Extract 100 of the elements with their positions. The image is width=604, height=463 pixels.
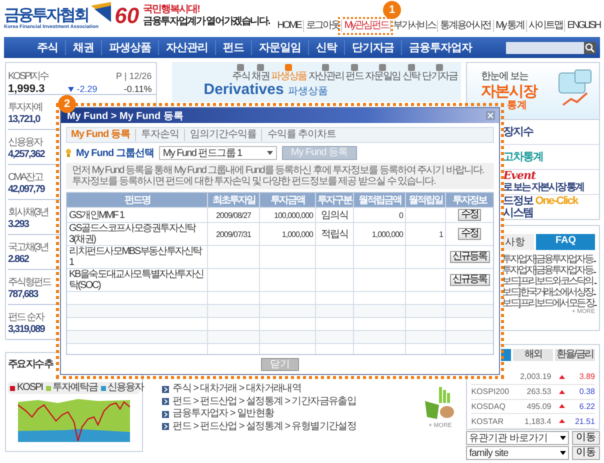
- nav-item[interactable]: 주식: [30, 40, 65, 55]
- column-header: 최초투자일: [207, 193, 259, 207]
- stat-label: 회사채(3년: [8, 206, 48, 218]
- square-icon: [285, 64, 292, 71]
- square-icon: [408, 64, 415, 71]
- table-cell: 1: [439, 230, 443, 238]
- stat-label: CMA잔고: [8, 170, 43, 184]
- nav-item[interactable]: 단기자금: [344, 40, 401, 55]
- edit-button[interactable]: 신규등록: [450, 274, 490, 286]
- close-icon[interactable]: [486, 111, 495, 120]
- stat-value: 4,257,362: [8, 148, 44, 160]
- square-icon: [256, 64, 264, 71]
- category-link[interactable]: 신탁: [402, 64, 420, 82]
- market-tab[interactable]: 환율/금리: [555, 349, 595, 361]
- quick-link[interactable]: 금융투자업자 > 일반현황: [162, 408, 356, 420]
- dialog-tab[interactable]: 수익률 추이차트: [261, 129, 342, 141]
- top-link[interactable]: 부가서비스: [390, 20, 438, 32]
- market-tab[interactable]: 해외: [513, 349, 554, 361]
- index-value: 495.09: [526, 402, 552, 411]
- column-header: 펀드명: [123, 194, 152, 207]
- stat-rate: -0.11%: [124, 84, 152, 94]
- banner-title: 자본시장: [481, 83, 538, 100]
- top-link[interactable]: 로그아웃: [302, 20, 342, 32]
- search-icon[interactable]: [584, 42, 596, 54]
- column-header: 투자금액: [259, 193, 315, 207]
- edit-button[interactable]: 수정: [458, 209, 481, 221]
- nav-item[interactable]: 금융투자업자: [401, 40, 479, 55]
- site-select[interactable]: 유관기관 바로가기: [466, 431, 569, 445]
- square-icon: [436, 64, 444, 71]
- site-select[interactable]: family site: [466, 446, 569, 460]
- top-link[interactable]: ENGLISH: [564, 20, 602, 32]
- index-name: KOSPI200: [471, 387, 510, 396]
- top-link[interactable]: 통계용어사전: [437, 20, 493, 32]
- stat-label: 국고채(3년: [8, 240, 48, 254]
- nav-item[interactable]: 채권: [65, 40, 101, 55]
- top-link[interactable]: HOME: [275, 20, 303, 32]
- category-link[interactable]: 주식: [232, 64, 250, 82]
- index-change: 21.51: [574, 416, 595, 426]
- logo-text: 금융투자협회: [4, 6, 88, 24]
- chevron-icon: [162, 410, 169, 418]
- nav-item[interactable]: 자산관리: [158, 40, 215, 55]
- notice-link[interactable]: 보드] 프리보드와 코스닥의 ...: [502, 276, 596, 287]
- quick-link[interactable]: 주식 > 대차거래 > 대차거래내역: [162, 383, 356, 396]
- legend-label: 투자예탁금: [52, 382, 98, 394]
- go-button[interactable]: 이동: [572, 431, 600, 445]
- index-change: 3.89: [579, 372, 595, 382]
- index-change: 6.22: [579, 402, 595, 411]
- column-header: 투자정보: [445, 193, 493, 207]
- top-link[interactable]: My 통계: [492, 20, 526, 32]
- chevron-icon: [162, 398, 169, 406]
- top-link[interactable]: 사이트맵: [526, 20, 564, 32]
- dialog-tab[interactable]: 투자손익: [134, 129, 184, 141]
- nav-item[interactable]: 신탁: [308, 40, 344, 55]
- category-link[interactable]: 펀드: [346, 64, 364, 82]
- column-header: 투자구분: [315, 193, 353, 207]
- notice-link[interactable]: 보드] 한국거래소에서 상장...: [502, 287, 595, 298]
- dialog-tab[interactable]: 임의기간수익률: [184, 129, 262, 141]
- callout-badge: 2: [58, 95, 76, 113]
- notice-link[interactable]: 투자업자] 금융투자업자 등...: [502, 265, 595, 276]
- top-link[interactable]: My관심펀드: [341, 20, 390, 32]
- notice-link[interactable]: 투자업자] 금융투자업자 등...: [502, 254, 595, 265]
- table-cell: 100,000,000: [274, 210, 313, 220]
- table-cell: 1,000,000: [372, 230, 403, 238]
- quick-link[interactable]: 펀드 > 펀드산업 > 설정통계 > 유형별기간설정: [162, 420, 356, 433]
- stat-change: -2.29: [76, 84, 98, 94]
- table-cell: 0: [399, 210, 403, 220]
- nav-item[interactable]: 파생상품: [101, 40, 158, 55]
- stat-label: 신용융자: [8, 136, 42, 148]
- anniversary-number: 60: [114, 4, 140, 28]
- stat-label: 주식형펀드: [8, 276, 50, 288]
- table-cell: GS개인MMF 1: [69, 210, 124, 220]
- quick-link[interactable]: 펀드 > 펀드산업 > 설정통계 > 기간자금유출입: [162, 396, 356, 408]
- table-cell-text: 적립식: [321, 228, 348, 241]
- edit-button[interactable]: 신규등록: [450, 251, 490, 263]
- slogan-title: 국민행복시대!: [143, 4, 200, 16]
- go-button[interactable]: 이동: [572, 446, 600, 460]
- nav-item[interactable]: 자문일임: [251, 40, 308, 55]
- info-text: 먼저 My Fund 등록을 통해 My Fund 그룹내에 Fund를 등록하신 후에 투자정보를 등록하여 주시기 바랍니다.: [72, 165, 485, 176]
- caret-icon: [560, 436, 566, 440]
- category-link[interactable]: 채권: [252, 64, 270, 82]
- notice-link[interactable]: 보드] 프리보드에서 모든 장...: [502, 298, 596, 309]
- category-link[interactable]: 자산관리: [308, 64, 344, 82]
- group-select[interactable]: My Fund 펀드그룹 1: [158, 146, 277, 160]
- table-cell-text: 임의식: [321, 209, 348, 222]
- nav-item[interactable]: 펀드: [215, 40, 251, 55]
- search-field[interactable]: [506, 42, 596, 54]
- slogan-text: 금융투자업계가 열어가겠습니다.: [143, 16, 270, 28]
- category-link[interactable]: 단기자금: [422, 64, 458, 82]
- stats-banner[interactable]: 한눈에 보는 자본시장 통계: [466, 62, 600, 120]
- category-link[interactable]: 자문일임: [365, 64, 400, 82]
- stat-value: 787,683: [8, 288, 38, 300]
- index-change: 0.38: [579, 387, 595, 396]
- service-link[interactable]: 드정보 One-Click 시스템: [503, 195, 599, 219]
- stat-value: 2.862: [8, 254, 29, 264]
- notice-tab[interactable]: 사항: [502, 234, 534, 250]
- banner-subtitle: 파생상품: [288, 86, 328, 98]
- banner-title: Derivatives: [204, 82, 284, 98]
- banner-title: 통계: [507, 100, 528, 111]
- edit-button[interactable]: 수정: [458, 228, 481, 240]
- notice-tab[interactable]: FAQ: [536, 234, 595, 250]
